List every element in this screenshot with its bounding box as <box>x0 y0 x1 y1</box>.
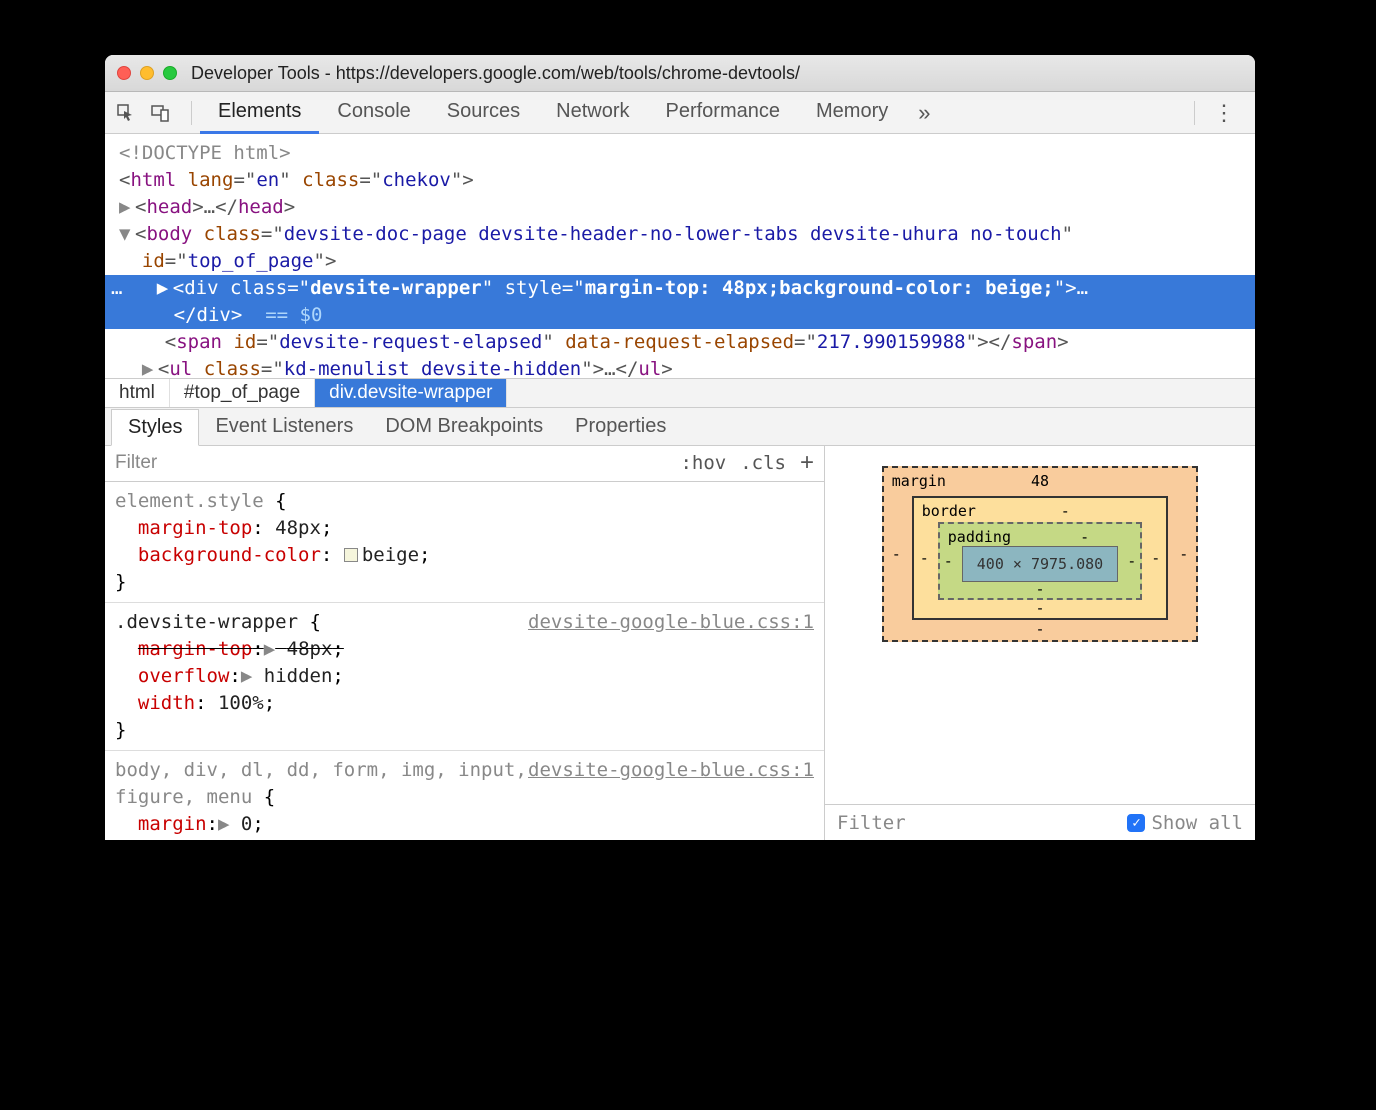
devtools-window: Developer Tools - https://developers.goo… <box>105 55 1255 840</box>
computed-filter-row: Filter ✓ Show all <box>825 804 1255 840</box>
panel-tabs: Elements Console Sources Network Perform… <box>200 91 906 134</box>
tab-network[interactable]: Network <box>538 91 647 134</box>
computed-filter-input[interactable]: Filter <box>837 812 906 834</box>
selected-node[interactable]: … ▶<div class="devsite-wrapper" style="m… <box>105 275 1255 329</box>
doctype-node[interactable]: <!DOCTYPE html> <box>119 140 1255 167</box>
color-swatch-icon[interactable] <box>344 548 358 562</box>
new-style-rule-button[interactable]: + <box>800 449 814 477</box>
filter-input[interactable]: Filter <box>115 452 157 474</box>
tab-elements[interactable]: Elements <box>200 91 319 134</box>
crumb-body[interactable]: #top_of_page <box>170 379 315 407</box>
box-model-content[interactable]: 400 × 7975.080 <box>962 546 1118 582</box>
breadcrumb: html #top_of_page div.devsite-wrapper <box>105 378 1255 408</box>
sidebar-tabs: Styles Event Listeners DOM Breakpoints P… <box>105 408 1255 446</box>
minimize-button[interactable] <box>140 66 154 80</box>
close-button[interactable] <box>117 66 131 80</box>
tab-console[interactable]: Console <box>319 91 428 134</box>
dom-tree[interactable]: <!DOCTYPE html> <html lang="en" class="c… <box>105 134 1255 378</box>
more-tabs-button[interactable]: » <box>906 100 942 126</box>
box-model-border[interactable]: border - - - - padding - - - - 400 × 797… <box>912 496 1168 620</box>
source-link[interactable]: devsite-google-blue.css:1 <box>528 757 814 784</box>
device-toolbar-icon[interactable] <box>149 102 171 124</box>
main-toolbar: Elements Console Sources Network Perform… <box>105 92 1255 134</box>
inspect-element-icon[interactable] <box>115 102 137 124</box>
traffic-lights <box>117 66 177 80</box>
box-model-pane: margin 48 - - - border - - - - padding -… <box>825 446 1255 840</box>
styles-pane: Filter :hov .cls + element.style { margi… <box>105 446 825 840</box>
tab-sources[interactable]: Sources <box>429 91 538 134</box>
styles-filter-row: Filter :hov .cls + <box>105 446 824 482</box>
show-all-label: Show all <box>1151 812 1243 834</box>
rule-body-etc[interactable]: devsite-google-blue.css:1 body, div, dl,… <box>105 751 824 840</box>
crumb-html[interactable]: html <box>105 379 170 407</box>
source-link[interactable]: devsite-google-blue.css:1 <box>528 609 814 636</box>
cls-button[interactable]: .cls <box>740 452 786 474</box>
zoom-button[interactable] <box>163 66 177 80</box>
span-node[interactable]: <span id="devsite-request-elapsed" data-… <box>119 329 1255 356</box>
style-rules: element.style { margin-top: 48px; backgr… <box>105 482 824 840</box>
subtab-dom-breakpoints[interactable]: DOM Breakpoints <box>369 409 559 444</box>
subtab-event-listeners[interactable]: Event Listeners <box>199 409 369 444</box>
body-node[interactable]: ▼<body class="devsite-doc-page devsite-h… <box>119 221 1255 275</box>
rule-devsite-wrapper[interactable]: devsite-google-blue.css:1 .devsite-wrapp… <box>105 603 824 751</box>
subtab-properties[interactable]: Properties <box>559 409 682 444</box>
crumb-selected[interactable]: div.devsite-wrapper <box>315 379 507 407</box>
rule-element-style[interactable]: element.style { margin-top: 48px; backgr… <box>105 482 824 603</box>
settings-menu-icon[interactable]: ⋮ <box>1203 100 1245 126</box>
tab-performance[interactable]: Performance <box>648 91 799 134</box>
titlebar: Developer Tools - https://developers.goo… <box>105 55 1255 92</box>
box-model-margin[interactable]: margin 48 - - - border - - - - padding -… <box>882 466 1198 642</box>
box-model-padding[interactable]: padding - - - - 400 × 7975.080 <box>938 522 1142 600</box>
window-title: Developer Tools - https://developers.goo… <box>191 63 800 84</box>
head-node[interactable]: ▶<head>…</head> <box>119 194 1255 221</box>
ul-node[interactable]: ▶<ul class="kd-menulist devsite-hidden">… <box>119 356 1255 378</box>
tab-memory[interactable]: Memory <box>798 91 906 134</box>
hov-button[interactable]: :hov <box>680 452 726 474</box>
html-node[interactable]: <html lang="en" class="chekov"> <box>119 167 1255 194</box>
show-all-checkbox[interactable]: ✓ <box>1127 814 1145 832</box>
subtab-styles[interactable]: Styles <box>111 409 199 446</box>
